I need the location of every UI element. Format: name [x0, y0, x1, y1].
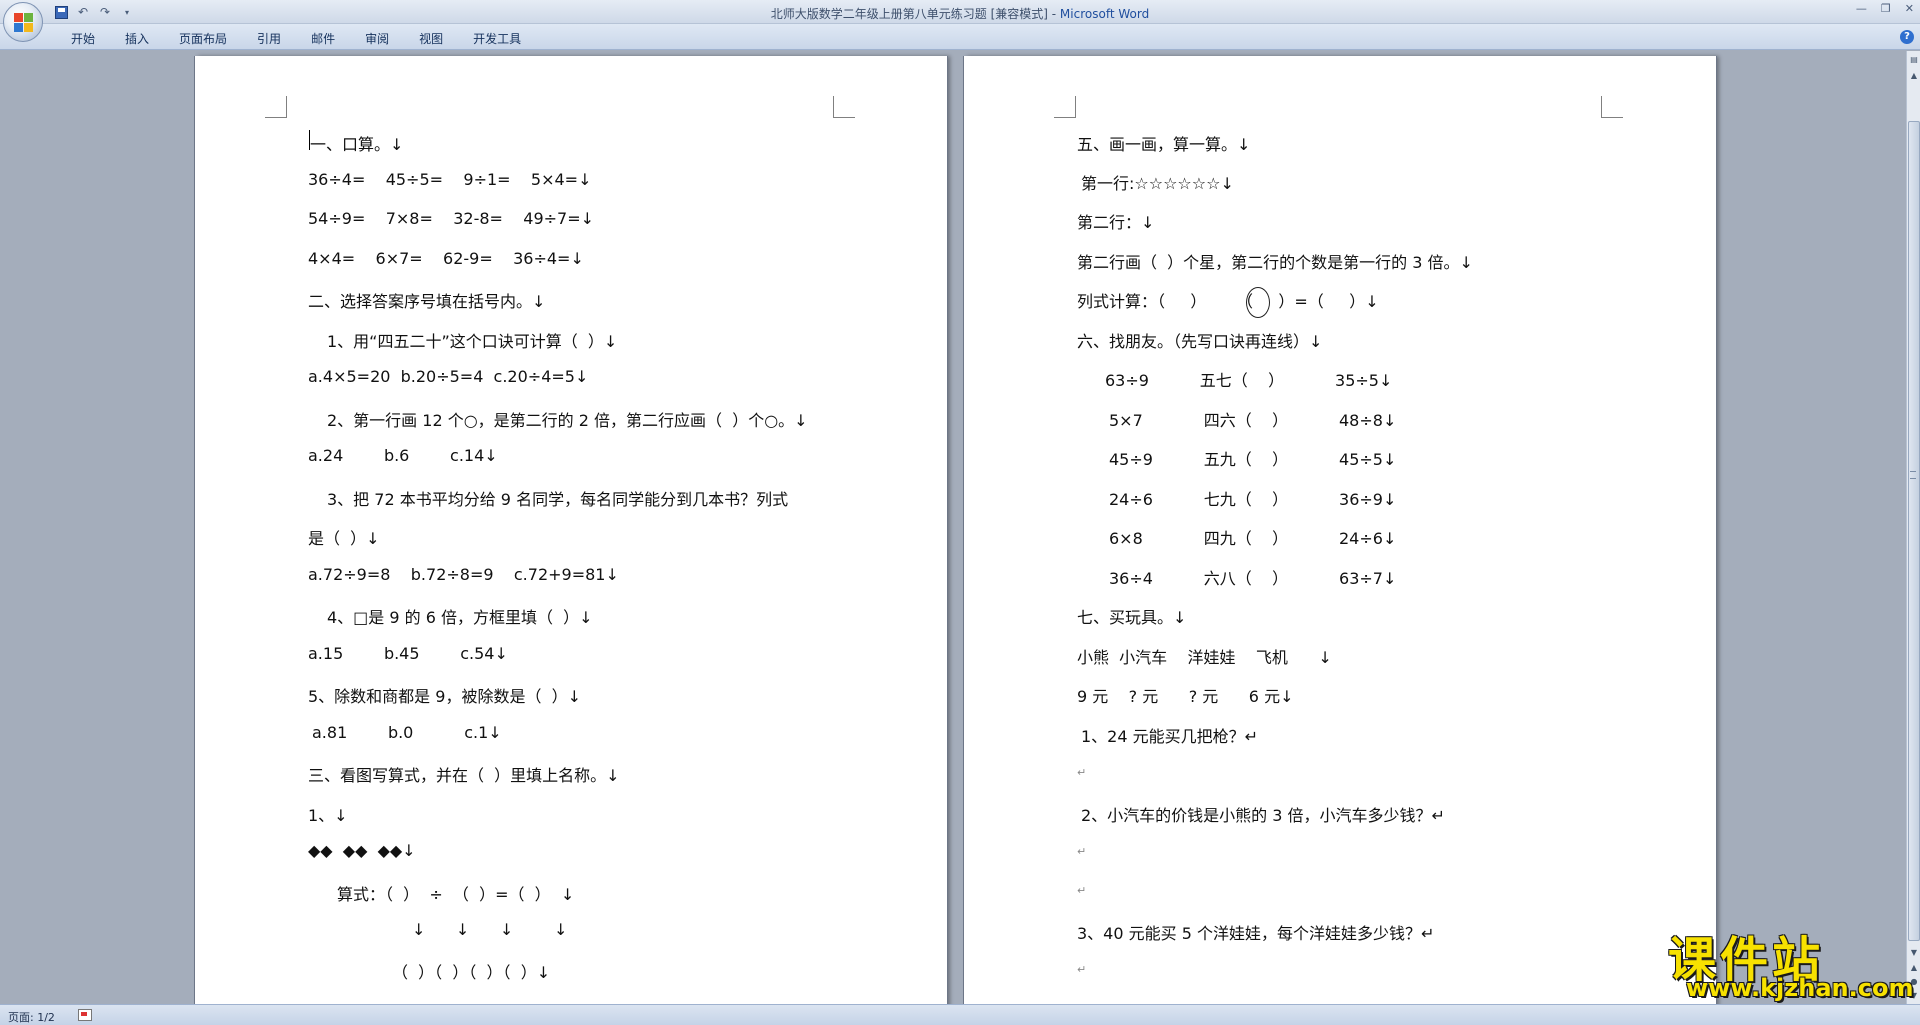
- window-controls: — ❐ ✕: [1856, 2, 1914, 15]
- doc-line: a.81 b.0 c.1↓: [312, 723, 502, 742]
- tab-home[interactable]: 开始: [60, 30, 106, 47]
- doc-line: 列式计算：（ ） （ ）=（ ）↓: [1077, 292, 1379, 311]
- crop-mark: [265, 96, 287, 118]
- doc-line: 36÷4 六八（ ） 63÷7↓: [1109, 569, 1397, 588]
- doc-line: 4、□是 9 的 6 倍，方框里填（ ）↓: [327, 608, 593, 627]
- doc-line: 2、小汽车的价钱是小熊的 3 倍，小汽车多少钱？↵: [1081, 806, 1445, 825]
- tab-developer[interactable]: 开发工具: [462, 30, 532, 47]
- doc-line: 六、找朋友。（先写口诀再连线）↓: [1077, 332, 1323, 351]
- doc-line: 3、把 72 本书平均分给 9 名同学，每名同学能分到几本书？列式: [327, 490, 789, 509]
- scroll-thumb[interactable]: [1908, 121, 1920, 941]
- page-1[interactable]: 一、口算。↓ 36÷4= 45÷5= 9÷1= 5×4=↓ 54÷9= 7×8=…: [195, 56, 947, 1004]
- tab-insert[interactable]: 插入: [114, 30, 160, 47]
- doc-line: 算式：（ ） ÷ （ ）=（ ） ↓: [337, 885, 575, 904]
- doc-line: 第二行：↓: [1077, 213, 1155, 232]
- doc-line: 4×4= 6×7= 62-9= 36÷4=↓: [308, 249, 584, 268]
- paragraph-mark: ↵: [1077, 845, 1087, 858]
- restore-icon[interactable]: ❐: [1881, 2, 1891, 15]
- doc-line: a.72÷9=8 b.72÷8=9 c.72+9=81↓: [308, 565, 619, 584]
- tab-page-layout[interactable]: 页面布局: [168, 30, 238, 47]
- minimize-icon[interactable]: —: [1856, 2, 1867, 15]
- title-bar: ↶ ↷ ▾ 北师大版数学二年级上册第八单元练习题 [兼容模式] - Micros…: [0, 0, 1920, 24]
- doc-line: ◆◆ ◆◆ ◆◆↓: [308, 841, 416, 860]
- doc-line: 1、↓: [308, 806, 348, 825]
- vertical-scrollbar[interactable]: ▤ ▲ ▼ ▲ ● ▼: [1906, 51, 1920, 1004]
- paragraph-mark: ↵: [1077, 963, 1087, 976]
- doc-line: ↓ ↓ ↓ ↓: [412, 920, 568, 939]
- ribbon-tabs: 开始 插入 页面布局 引用 邮件 审阅 视图 开发工具: [60, 30, 540, 47]
- office-logo-icon: [14, 13, 34, 33]
- doc-line: a.15 b.45 c.54↓: [308, 644, 508, 663]
- doc-line: 2、第一行画 12 个○，是第二行的 2 倍，第二行应画（ ）个○。↓: [327, 411, 808, 430]
- doc-line: 36÷4= 45÷5= 9÷1= 5×4=↓: [308, 170, 592, 189]
- tab-references[interactable]: 引用: [246, 30, 292, 47]
- scroll-grip: [1910, 471, 1916, 479]
- doc-line: 1、用“四五二十”这个口诀可计算（ ）↓: [327, 332, 618, 351]
- status-bar: 页面: 1/2: [0, 1004, 1920, 1025]
- crop-mark: [1054, 96, 1076, 118]
- doc-line: 6×8 四九（ ） 24÷6↓: [1109, 529, 1397, 548]
- page-count[interactable]: 页面: 1/2: [8, 1009, 55, 1025]
- scroll-up-icon[interactable]: ▲: [1908, 69, 1920, 83]
- crop-mark: [1601, 96, 1623, 118]
- tab-review[interactable]: 审阅: [354, 30, 400, 47]
- doc-line: 七、买玩具。↓: [1077, 608, 1187, 627]
- doc-line: 63÷9 五七（ ） 35÷5↓: [1105, 371, 1393, 390]
- doc-line: 24÷6 七九（ ） 36÷9↓: [1109, 490, 1397, 509]
- doc-line: a.4×5=20 b.20÷5=4 c.20÷4=5↓: [308, 367, 589, 386]
- ellipse-shape: [1246, 287, 1270, 318]
- office-button[interactable]: [3, 2, 43, 42]
- doc-line: 45÷9 五九（ ） 45÷5↓: [1109, 450, 1397, 469]
- doc-line: 一、口算。↓: [310, 135, 404, 154]
- doc-line: （ ）（ ）（ ）（ ）↓: [392, 963, 551, 982]
- doc-line: a.24 b.6 c.14↓: [308, 446, 498, 465]
- doc-line: 五、画一画，算一算。↓: [1077, 135, 1251, 154]
- doc-line: 二、选择答案序号填在括号内。↓: [308, 292, 546, 311]
- doc-line: 1、24 元能买几把枪？↵: [1081, 727, 1259, 746]
- close-icon[interactable]: ✕: [1905, 2, 1914, 15]
- paragraph-mark: ↵: [1077, 884, 1087, 897]
- tab-mailings[interactable]: 邮件: [300, 30, 346, 47]
- document-area[interactable]: 一、口算。↓ 36÷4= 45÷5= 9÷1= 5×4=↓ 54÷9= 7×8=…: [0, 51, 1906, 1004]
- ribbon-tab-bar: 开始 插入 页面布局 引用 邮件 审阅 视图 开发工具 ?: [0, 24, 1920, 50]
- doc-line: 小熊 小汽车 洋娃娃 飞机 ↓: [1077, 648, 1332, 667]
- watermark-url: www.kjzhan.com: [1686, 974, 1914, 1002]
- page-2[interactable]: 五、画一画，算一算。↓ 第一行:☆☆☆☆☆☆↓ 第二行：↓ 第二行画（ ）个星，…: [964, 56, 1716, 1004]
- scroll-down-icon[interactable]: ▼: [1908, 946, 1920, 960]
- doc-line: 第二行画（ ）个星，第二行的个数是第一行的 3 倍。↓: [1077, 253, 1473, 272]
- proofing-icon[interactable]: [78, 1009, 92, 1021]
- ruler-toggle-icon[interactable]: ▤: [1908, 53, 1920, 67]
- previous-page-icon[interactable]: ▲: [1908, 961, 1920, 975]
- paragraph-mark: ↵: [1077, 766, 1087, 779]
- doc-line: 5×7 四六（ ） 48÷8↓: [1109, 411, 1397, 430]
- window-title: 北师大版数学二年级上册第八单元练习题 [兼容模式] - Microsoft Wo…: [0, 5, 1920, 22]
- doc-line: 三、看图写算式，并在（ ）里填上名称。↓: [308, 766, 620, 785]
- doc-line: 是（ ）↓: [308, 529, 380, 548]
- doc-line: 3、40 元能买 5 个洋娃娃，每个洋娃娃多少钱？↵: [1077, 924, 1435, 943]
- help-icon[interactable]: ?: [1900, 30, 1914, 44]
- doc-line: 第一行:☆☆☆☆☆☆↓: [1081, 174, 1234, 193]
- document-title: 北师大版数学二年级上册第八单元练习题 [兼容模式] -: [770, 7, 1060, 21]
- crop-mark: [833, 96, 855, 118]
- doc-line: 54÷9= 7×8= 32-8= 49÷7=↓: [308, 209, 595, 228]
- app-name: Microsoft Word: [1059, 7, 1150, 21]
- doc-line: 9 元 ? 元 ? 元 6 元↓: [1077, 687, 1294, 706]
- doc-line: 5、除数和商都是 9，被除数是（ ）↓: [308, 687, 582, 706]
- watermark-logo: 课件站 www.kjzhan.com: [1668, 920, 1913, 1004]
- tab-view[interactable]: 视图: [408, 30, 454, 47]
